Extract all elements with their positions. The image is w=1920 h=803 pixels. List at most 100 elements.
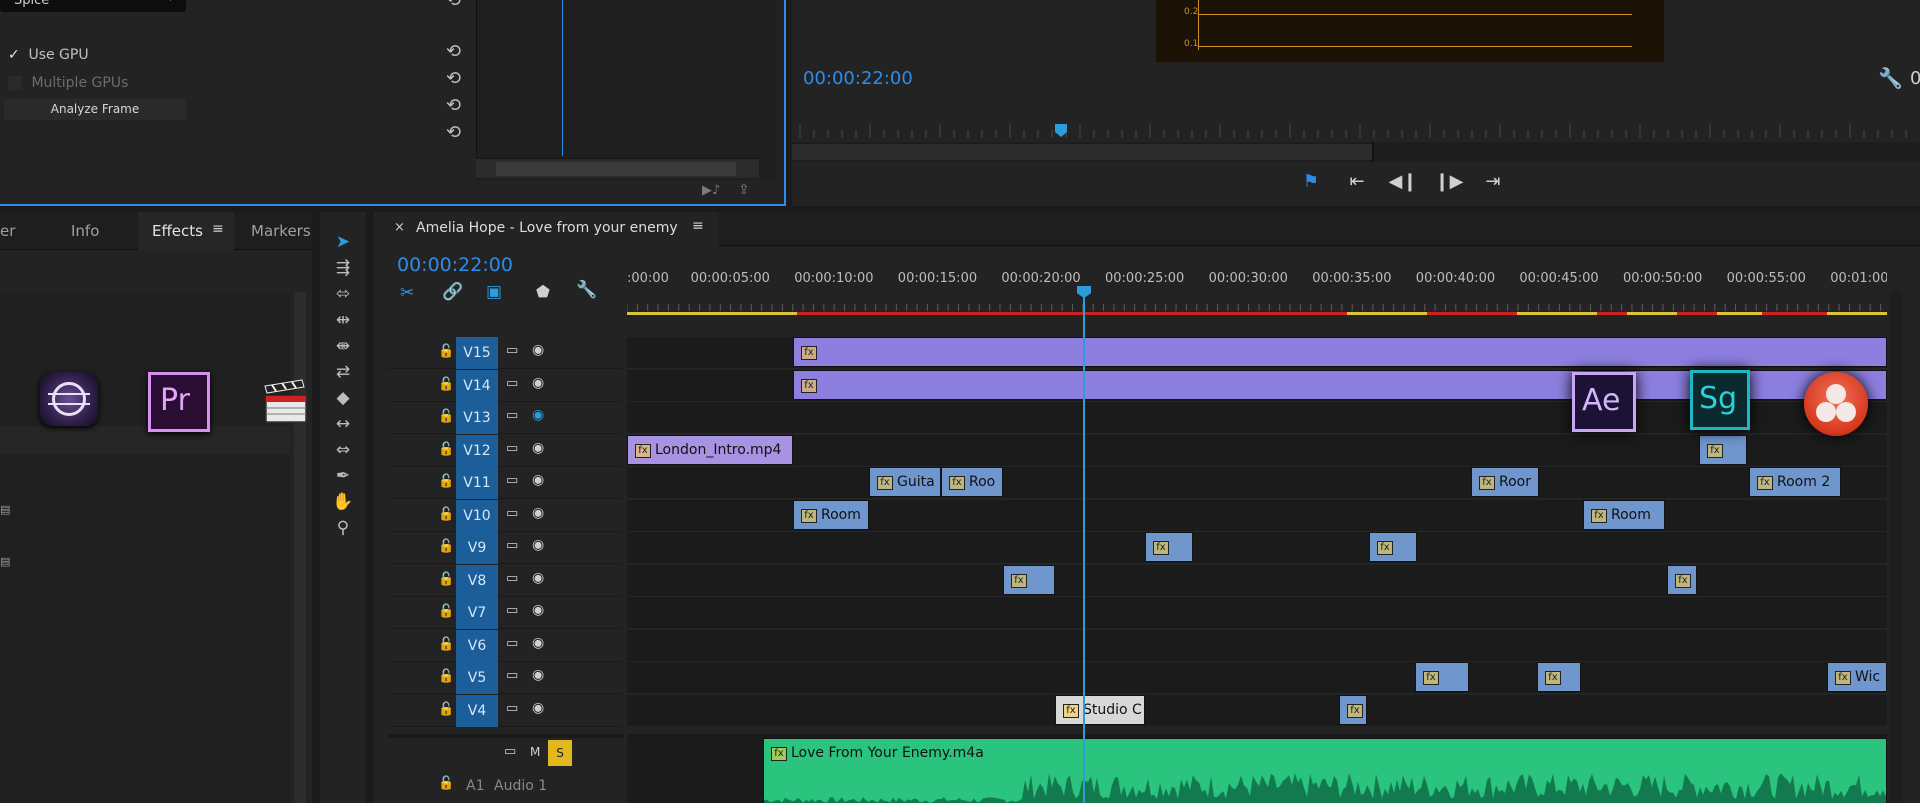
camera-icon[interactable]: ▭: [506, 343, 518, 358]
video-clip[interactable]: fx: [1699, 434, 1747, 465]
video-clip[interactable]: fx Roor: [1471, 467, 1539, 497]
track-lane-v11[interactable]: fx Guita fx Roo fx Roor fx Room 2: [627, 467, 1887, 499]
eye-icon[interactable]: ◉: [532, 570, 544, 586]
tab-info[interactable]: Info: [71, 222, 99, 240]
camera-icon[interactable]: ▭: [506, 473, 518, 488]
lock-icon[interactable]: 🔓: [438, 409, 454, 424]
selection-tool-icon[interactable]: ➤: [327, 230, 359, 254]
slide-tool-icon[interactable]: ⇔: [327, 438, 359, 462]
track-lane-v9[interactable]: fx fx: [627, 532, 1887, 564]
add-marker-button[interactable]: ⚑: [1294, 168, 1328, 196]
lock-icon[interactable]: 🔓: [438, 539, 454, 554]
close-icon[interactable]: ×: [394, 220, 405, 235]
effect-dropdown[interactable]: Spice ▾: [0, 0, 186, 12]
analyze-frame-button[interactable]: Analyze Frame: [4, 99, 186, 120]
video-clip[interactable]: fx: [1339, 694, 1367, 725]
use-gpu-checkbox[interactable]: ✓: [8, 47, 24, 63]
go-to-in-button[interactable]: ⇤: [1340, 168, 1374, 196]
video-clip[interactable]: fx: [1537, 662, 1581, 692]
camera-icon[interactable]: ▭: [506, 571, 518, 586]
eye-icon[interactable]: ◉: [532, 700, 544, 716]
camera-icon[interactable]: ▭: [506, 668, 518, 683]
track-lane-v6[interactable]: [627, 629, 1887, 662]
step-back-button[interactable]: ◀❙: [1386, 168, 1420, 196]
track-target-v5[interactable]: V5: [456, 662, 498, 694]
wrench-icon[interactable]: 🔧: [1878, 66, 1903, 90]
wrench-icon[interactable]: 🔧: [576, 280, 597, 300]
camera-icon[interactable]: ▭: [506, 408, 518, 423]
video-clip[interactable]: fx: [1145, 532, 1193, 562]
panel-menu-icon[interactable]: ≡: [212, 221, 224, 237]
track-target-v10[interactable]: V10: [456, 499, 498, 532]
mini-timeline-scrollbar[interactable]: [476, 158, 759, 178]
track-lane-v4[interactable]: fx Studio C fx: [627, 694, 1887, 727]
pen-tool-icon[interactable]: ✒: [327, 464, 359, 488]
program-timecode[interactable]: 00:00:22:00: [803, 68, 913, 89]
video-clip[interactable]: fx: [1003, 564, 1055, 595]
effect-controls-mini-timeline[interactable]: [476, 0, 776, 180]
video-clip[interactable]: fx Room 2: [1749, 467, 1841, 497]
camera-icon[interactable]: ▭: [506, 376, 518, 391]
folder-icon[interactable]: ▤: [0, 555, 10, 568]
video-clip[interactable]: fx: [1415, 662, 1469, 692]
reset-icon[interactable]: ⟲: [446, 0, 464, 10]
track-target-v9[interactable]: V9: [456, 532, 498, 564]
video-clip[interactable]: fx: [1667, 564, 1697, 595]
step-forward-button[interactable]: ❙▶: [1432, 168, 1466, 196]
lock-icon[interactable]: 🔓: [438, 474, 454, 489]
timeline-ruler[interactable]: :00:00 00:00:05:00 00:00:10:00 00:00:15:00 0…: [627, 264, 1887, 316]
camera-icon[interactable]: ▭: [506, 636, 518, 651]
video-clip[interactable]: fx Room: [1583, 499, 1665, 530]
rolling-edit-tool-icon[interactable]: ⇼: [327, 334, 359, 358]
lock-icon[interactable]: 🔓: [438, 572, 454, 587]
timeline-timecode[interactable]: 00:00:22:00: [397, 254, 513, 276]
video-clip[interactable]: fx Room: [793, 499, 869, 530]
lock-icon[interactable]: 🔓: [438, 637, 454, 652]
go-to-out-button[interactable]: ⇥: [1476, 168, 1510, 196]
solo-button[interactable]: S: [548, 740, 572, 766]
reset-icon[interactable]: ⟲: [446, 70, 464, 88]
folder-icon[interactable]: ▤: [0, 503, 10, 516]
track-lane-v10[interactable]: fx Room fx Room: [627, 499, 1887, 532]
reset-icon[interactable]: ⟲: [446, 97, 464, 115]
linked-selection-icon[interactable]: 🔗: [442, 282, 463, 302]
video-clip[interactable]: fx Roo: [941, 467, 1003, 497]
list-item[interactable]: [0, 426, 290, 454]
eye-icon[interactable]: ◉: [532, 342, 544, 358]
camera-icon[interactable]: ▭: [504, 744, 516, 759]
marker-icon[interactable]: ⬟: [536, 282, 550, 301]
monitor-scrollbar[interactable]: [792, 142, 1920, 162]
eye-icon[interactable]: ◉: [532, 440, 544, 456]
track-target-v13[interactable]: V13: [456, 402, 498, 434]
lock-icon[interactable]: 🔓: [438, 604, 454, 619]
track-lane-v5[interactable]: fx fx fx Wic: [627, 662, 1887, 694]
scrollbar-thumb[interactable]: [496, 162, 736, 176]
monitor-time-ruler[interactable]: [792, 118, 1920, 142]
tab-markers[interactable]: Markers: [251, 222, 311, 240]
video-clip[interactable]: fx Studio C: [1055, 694, 1145, 725]
track-target-v14[interactable]: V14: [456, 369, 498, 402]
track-target-v4[interactable]: V4: [456, 694, 498, 727]
reset-icon[interactable]: ⟲: [446, 124, 464, 142]
eye-icon[interactable]: ◉: [532, 635, 544, 651]
video-clip[interactable]: fx Wic: [1827, 662, 1887, 692]
camera-icon[interactable]: ▭: [506, 538, 518, 553]
ripple-edit-tool-icon[interactable]: ⇹: [327, 308, 359, 332]
eye-icon[interactable]: ◉: [532, 667, 544, 683]
eye-icon[interactable]: ◉: [532, 602, 544, 618]
eye-icon[interactable]: ◉: [532, 375, 544, 391]
camera-icon[interactable]: ▭: [506, 441, 518, 456]
eye-icon[interactable]: ◉: [532, 537, 544, 553]
lock-icon[interactable]: 🔓: [438, 344, 454, 359]
track-select-tool-icon[interactable]: ⇶: [327, 256, 359, 280]
panel-menu-icon[interactable]: ≡: [692, 218, 704, 234]
camera-icon[interactable]: ▭: [506, 603, 518, 618]
snap-icon[interactable]: ✂: [400, 283, 414, 303]
nest-icon[interactable]: ▣: [486, 282, 502, 302]
track-lane-v15[interactable]: fx: [627, 337, 1887, 369]
lock-icon[interactable]: 🔓: [438, 442, 454, 457]
track-target-v15[interactable]: V15: [456, 337, 498, 369]
eye-icon[interactable]: ◉: [532, 472, 544, 488]
video-clip[interactable]: fx: [1369, 532, 1417, 562]
track-target-v11[interactable]: V11: [456, 467, 498, 499]
